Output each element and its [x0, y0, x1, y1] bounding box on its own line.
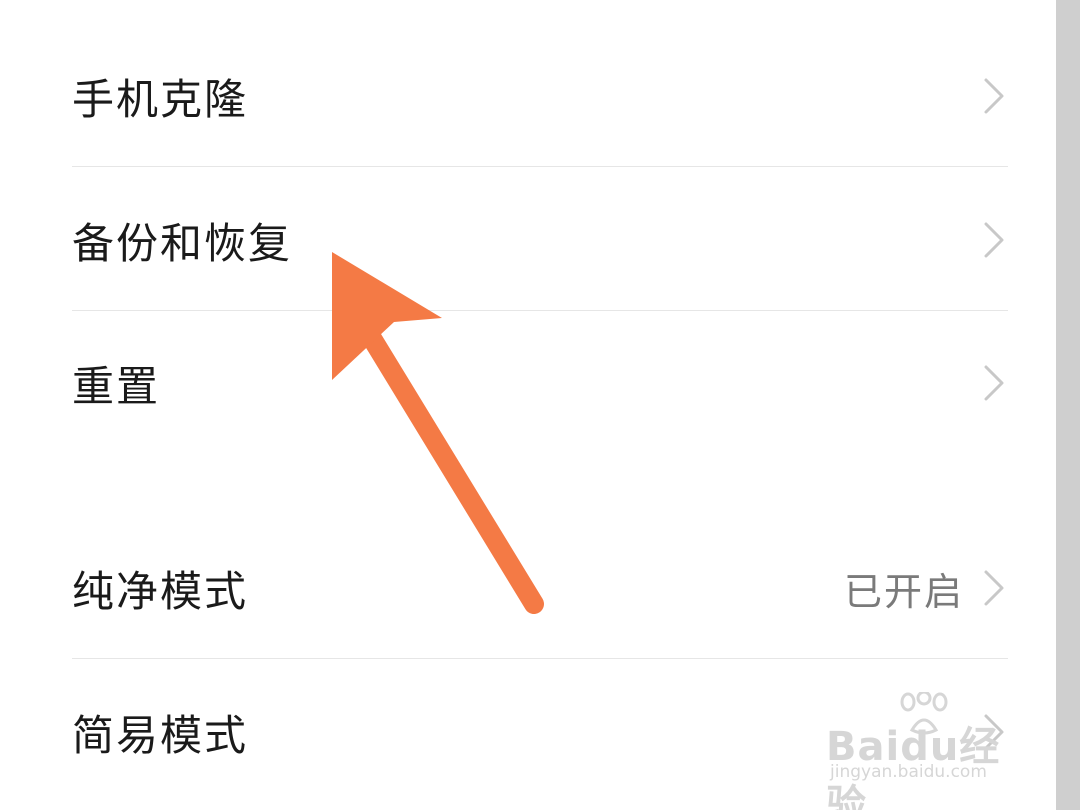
divider: [72, 166, 1008, 167]
status-value: 已开启: [843, 569, 964, 614]
settings-item-label: 简易模式: [72, 710, 249, 760]
annotation-arrow-icon: [332, 252, 544, 614]
settings-item-right: [980, 220, 1008, 260]
settings-item-label: 手机克隆: [72, 74, 249, 124]
settings-screen: 手机克隆 备份和恢复 重置 纯净模式 已开启 简易模式 Baidu经验 jing…: [0, 0, 1080, 810]
chevron-right-icon: [984, 365, 1004, 401]
settings-item-label: 备份和恢复: [72, 218, 293, 268]
chevron-right-icon: [984, 222, 1004, 258]
chevron-right-icon: [984, 570, 1004, 606]
scrollbar[interactable]: [1056, 0, 1080, 810]
settings-item-right: [980, 363, 1008, 403]
settings-item-right: 已开启: [844, 561, 1008, 616]
watermark-url: jingyan.baidu.com: [830, 762, 987, 782]
settings-item-right: [980, 76, 1008, 116]
settings-item-label: 纯净模式: [72, 566, 249, 616]
baidu-jingyan-watermark: Baidu经验 jingyan.baidu.com: [826, 690, 1036, 810]
settings-item-phone-clone[interactable]: 手机克隆: [72, 26, 1008, 166]
chevron-right-icon: [984, 78, 1004, 114]
divider: [72, 658, 1008, 659]
settings-item-label: 重置: [72, 361, 161, 411]
